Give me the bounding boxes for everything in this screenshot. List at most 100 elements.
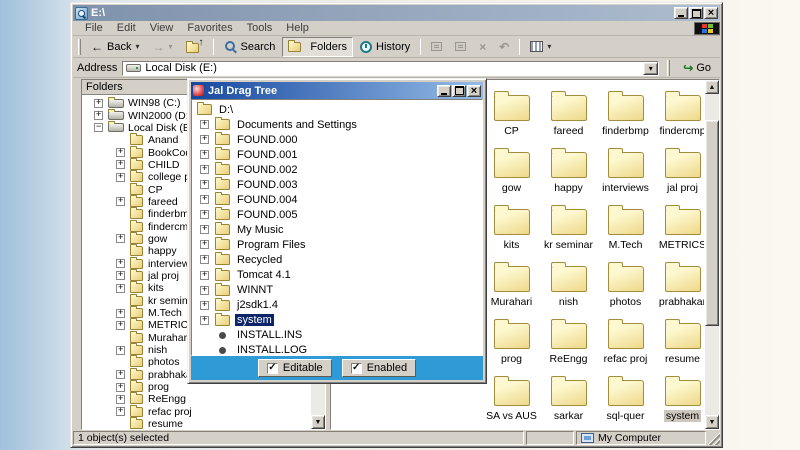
editable-checkbox-panel[interactable]: Editable (258, 359, 332, 377)
tree-item[interactable]: Recycled (192, 252, 482, 267)
expand-toggle-icon[interactable] (116, 173, 125, 182)
file-grid-item[interactable]: finderbmp (597, 95, 654, 152)
menu-item[interactable]: Tools (241, 21, 279, 35)
expand-toggle-icon[interactable] (200, 225, 209, 234)
menu-item[interactable]: View (144, 21, 180, 35)
expand-toggle-icon[interactable] (200, 240, 209, 249)
folders-button[interactable]: Folders (282, 37, 353, 57)
back-dropdown-icon[interactable]: ▾ (135, 42, 139, 51)
enabled-checkbox[interactable] (351, 363, 362, 374)
file-grid-item[interactable]: photos (597, 266, 654, 323)
title-bar[interactable]: E:\ (73, 5, 720, 21)
dialog-maximize-button[interactable] (452, 85, 466, 97)
views-button[interactable]: ▾ (524, 37, 557, 57)
dialog-title-bar[interactable]: Jal Drag Tree (191, 82, 483, 99)
tree-item[interactable]: FOUND.000 (192, 132, 482, 147)
expand-toggle-icon[interactable] (116, 346, 125, 355)
file-grid-item[interactable]: ReEngg (540, 323, 597, 380)
files-scrollbar[interactable]: ▲ ▼ (704, 80, 719, 429)
expand-toggle-icon[interactable] (94, 99, 103, 108)
tree-item[interactable]: My Music (192, 222, 482, 237)
file-grid-item[interactable]: CP (483, 95, 540, 152)
dialog-close-button[interactable] (467, 85, 481, 97)
file-grid-item[interactable]: Murahari (483, 266, 540, 323)
menu-item[interactable]: Favorites (181, 21, 238, 35)
expand-toggle-icon[interactable] (116, 148, 125, 157)
expand-toggle-icon[interactable] (200, 180, 209, 189)
tree-item[interactable]: refac proj (82, 406, 311, 418)
file-grid-item[interactable]: prabhakar (654, 266, 711, 323)
scrollbar-thumb[interactable] (705, 120, 719, 326)
expand-toggle-icon[interactable] (200, 271, 209, 280)
tree-root-item[interactable]: D:\ (192, 102, 482, 117)
tree-item[interactable]: FOUND.004 (192, 192, 482, 207)
tree-item[interactable]: Tomcat 4.1 (192, 268, 482, 283)
menu-item[interactable]: File (79, 21, 109, 35)
scroll-up-icon[interactable]: ▲ (705, 80, 719, 94)
expand-toggle-icon[interactable] (116, 321, 125, 330)
expand-toggle-icon[interactable] (200, 150, 209, 159)
scroll-down-icon[interactable]: ▼ (311, 415, 325, 429)
expand-toggle-icon[interactable] (116, 271, 125, 280)
file-grid-item[interactable]: nish (540, 266, 597, 323)
expand-toggle-icon[interactable] (200, 301, 209, 310)
search-button[interactable]: Search (218, 37, 282, 57)
tree-item[interactable]: Documents and Settings (192, 117, 482, 132)
file-grid-item[interactable]: system (654, 380, 711, 430)
expand-toggle-icon[interactable] (116, 259, 125, 268)
expand-toggle-icon[interactable] (116, 309, 125, 318)
tree-item[interactable]: FOUND.003 (192, 177, 482, 192)
menu-item[interactable]: Edit (111, 21, 142, 35)
maximize-button[interactable] (689, 7, 703, 19)
scroll-down-icon[interactable]: ▼ (705, 415, 719, 429)
tree-item[interactable]: INSTALL.LOG (192, 343, 482, 356)
file-grid-item[interactable]: kits (483, 209, 540, 266)
file-grid-item[interactable]: SA vs AUS (483, 380, 540, 430)
resize-grip[interactable] (708, 431, 720, 445)
tree-item[interactable]: ReEngg (82, 393, 311, 405)
expand-toggle-icon[interactable] (116, 407, 125, 416)
tree-item[interactable]: FOUND.002 (192, 162, 482, 177)
expand-toggle-icon[interactable] (116, 284, 125, 293)
tree-item[interactable]: Program Files (192, 237, 482, 252)
file-grid-item[interactable]: refac proj (597, 323, 654, 380)
tree-item[interactable]: system (192, 313, 482, 328)
file-grid-item[interactable]: jal proj (654, 152, 711, 209)
tree-item[interactable]: FOUND.001 (192, 147, 482, 162)
expand-toggle-icon[interactable] (116, 383, 125, 392)
close-button[interactable] (704, 7, 718, 19)
back-button[interactable]: ← Back ▾ (85, 37, 145, 57)
expand-toggle-icon[interactable] (200, 135, 209, 144)
file-grid-item[interactable]: prog (483, 323, 540, 380)
file-grid-item[interactable]: fareed (540, 95, 597, 152)
file-grid-item[interactable]: sql-quer (597, 380, 654, 430)
minimize-button[interactable] (674, 7, 688, 19)
expand-toggle-icon[interactable] (116, 197, 125, 206)
file-grid-item[interactable]: METRICS (654, 209, 711, 266)
expand-toggle-icon[interactable] (200, 255, 209, 264)
file-grid-item[interactable]: kr seminar (540, 209, 597, 266)
expand-toggle-icon[interactable] (116, 160, 125, 169)
expand-toggle-icon[interactable] (200, 316, 209, 325)
expand-toggle-icon[interactable] (116, 395, 125, 404)
tree-item[interactable]: FOUND.005 (192, 207, 482, 222)
enabled-checkbox-panel[interactable]: Enabled (342, 359, 416, 377)
expand-toggle-icon[interactable] (200, 210, 209, 219)
file-grid-item[interactable]: M.Tech (597, 209, 654, 266)
editable-checkbox[interactable] (267, 363, 278, 374)
file-grid-item[interactable]: happy (540, 152, 597, 209)
toolbar-grip[interactable] (78, 39, 81, 55)
file-grid-item[interactable]: interviews (597, 152, 654, 209)
file-grid-item[interactable]: findercmp (654, 95, 711, 152)
tree-item[interactable]: WINNT (192, 283, 482, 298)
menu-item[interactable]: Help (280, 21, 315, 35)
address-combo[interactable]: Local Disk (E:) ▾ (122, 61, 659, 76)
expand-toggle-icon[interactable] (200, 195, 209, 204)
tree-item[interactable]: INSTALL.INS (192, 328, 482, 343)
expand-toggle-icon[interactable] (116, 370, 125, 379)
expand-toggle-icon[interactable] (94, 123, 103, 132)
file-grid-item[interactable]: gow (483, 152, 540, 209)
tree-item[interactable]: j2sdk1.4 (192, 298, 482, 313)
forward-button[interactable]: → ▾ (146, 37, 178, 57)
expand-toggle-icon[interactable] (94, 111, 103, 120)
